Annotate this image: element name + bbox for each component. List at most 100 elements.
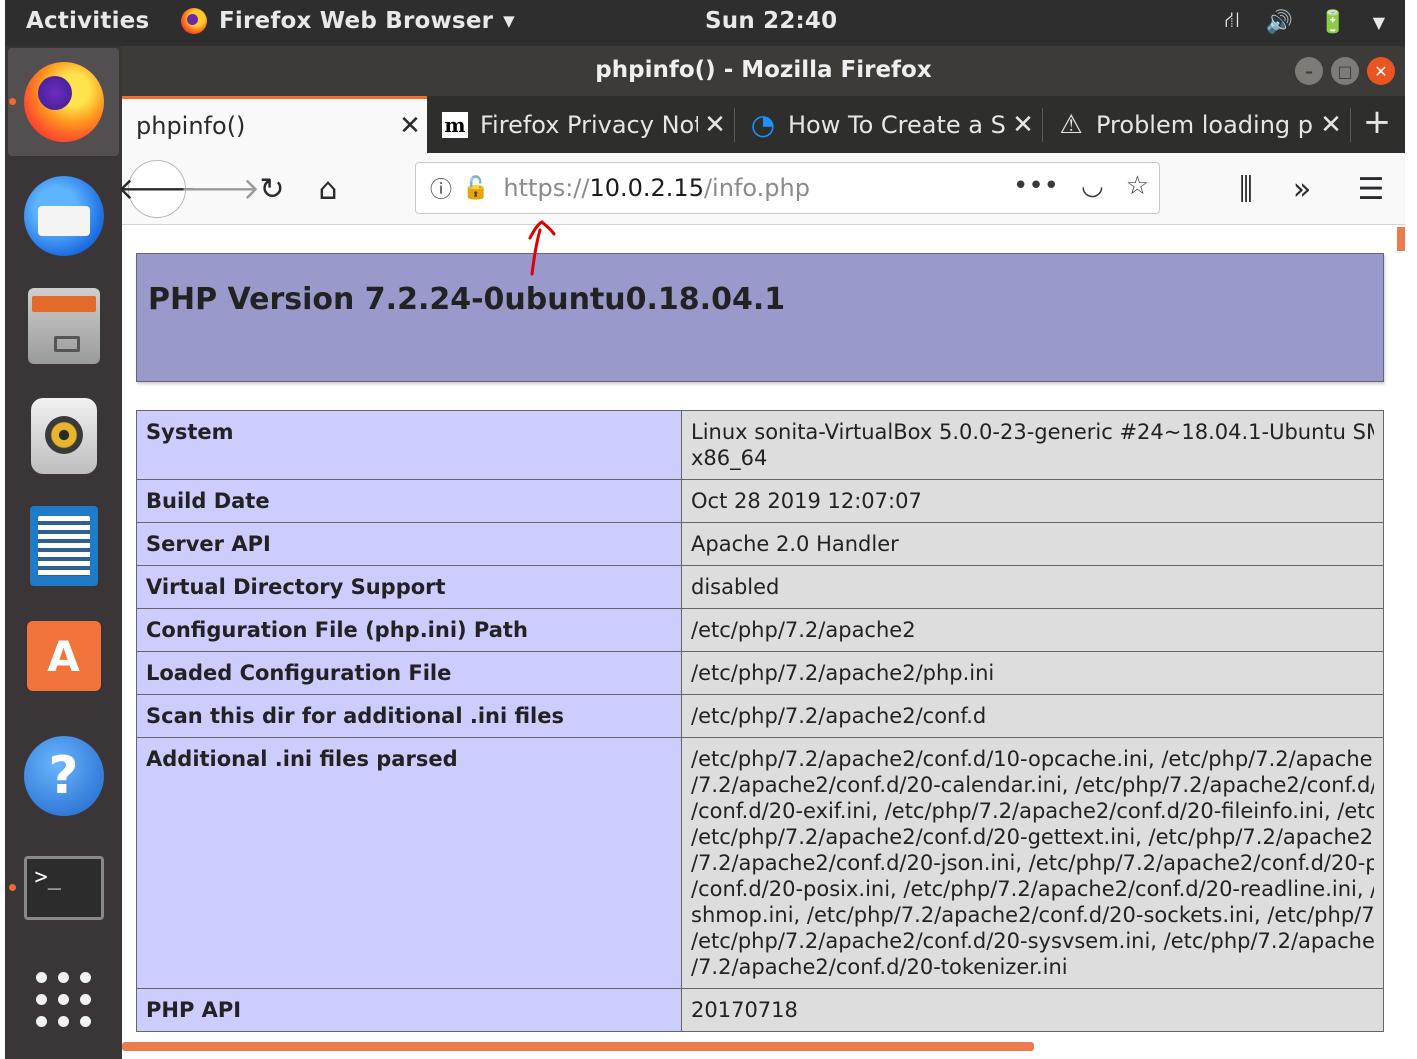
dock-item-show-applications[interactable] <box>8 946 119 1054</box>
close-window-button[interactable]: ✕ <box>1367 57 1395 85</box>
terminal-icon: >_ <box>23 856 104 920</box>
url-text[interactable]: https://10.0.2.15/info.php <box>503 174 810 202</box>
table-row: Loaded Configuration File/etc/php/7.2/ap… <box>136 651 1384 695</box>
new-tab-button[interactable]: + <box>1357 102 1397 142</box>
dock-item-terminal[interactable]: >_ <box>8 834 119 942</box>
tab-label: Problem loading page <box>1096 110 1314 139</box>
dock-item-writer[interactable] <box>8 492 119 600</box>
tab-problem-loading[interactable]: ⚠ Problem loading page ✕ <box>1044 96 1348 153</box>
horizontal-scrollbar[interactable] <box>122 1042 1034 1051</box>
table-row: Scan this dir for additional .ini files /… <box>136 694 1384 738</box>
library-icon[interactable]: ⫼ <box>1224 163 1268 215</box>
warning-icon: ⚠ <box>1059 109 1083 140</box>
firefox-icon <box>23 62 104 142</box>
dock-item-help[interactable]: ? <box>8 722 119 830</box>
row-value-line: /conf.d/20-posix.ini, /etc/php/7.2/apach… <box>691 877 1374 901</box>
row-key: System <box>136 410 682 480</box>
chevron-down-icon: ▼ <box>503 12 515 30</box>
row-value-line: /conf.d/20-exif.ini, /etc/php/7.2/apache… <box>691 799 1374 823</box>
phpinfo-table: System Linux sonita-VirtualBox 5.0.0-23-g… <box>136 410 1384 1032</box>
desktop-screen: Activities Firefox Web Browser ▼ Sun 22:… <box>0 0 1417 1059</box>
app-grid-icon <box>35 972 92 1028</box>
close-tab-icon[interactable]: ✕ <box>1314 110 1348 140</box>
row-key: Additional .ini files parsed <box>136 737 682 989</box>
overflow-chevron-icon[interactable]: » <box>1280 163 1324 215</box>
tab-label: phpinfo() <box>136 112 246 140</box>
app-menu[interactable]: Firefox Web Browser ▼ <box>181 8 515 34</box>
tab-label: How To Create a Self-Signed SSL <box>788 110 1006 139</box>
dock-item-software-center[interactable]: A <box>8 602 119 710</box>
tab-phpinfo[interactable]: phpinfo() ✕ <box>122 96 427 153</box>
row-key: Build Date <box>136 479 682 523</box>
files-icon <box>27 288 100 364</box>
thunderbird-icon <box>23 176 104 256</box>
row-value-line: /etc/php/7.2/apache2/php.ini <box>691 661 995 685</box>
activities-button[interactable]: Activities <box>26 8 149 34</box>
help-icon: ? <box>23 736 104 816</box>
close-tab-icon[interactable]: ✕ <box>393 111 427 141</box>
row-key: Configuration File (php.ini) Path <box>136 608 682 652</box>
window-titlebar[interactable]: phpinfo() - Mozilla Firefox – □ ✕ <box>122 46 1405 96</box>
hamburger-menu-icon[interactable]: ☰ <box>1349 163 1393 215</box>
system-tray[interactable]: ⛙ 🔊 🔋 ▼ <box>1224 8 1385 36</box>
row-value: /etc/php/7.2/apache2 <box>681 608 1384 652</box>
system-menu-caret-icon[interactable]: ▼ <box>1373 13 1385 32</box>
close-tab-icon[interactable]: ✕ <box>698 110 732 140</box>
forward-button[interactable]: 🡒 <box>180 163 260 215</box>
clock[interactable]: Sun 22:40 <box>705 8 837 34</box>
row-value-line: Apache 2.0 Handler <box>691 532 899 556</box>
row-value: /etc/php/7.2/apache2/conf.d/10-opcache.i… <box>681 737 1384 989</box>
maximize-button[interactable]: □ <box>1331 57 1359 85</box>
volume-icon[interactable]: 🔊 <box>1266 10 1293 35</box>
table-row: Configuration File (php.ini) Path/etc/ph… <box>136 608 1384 652</box>
url-bar[interactable]: ⓘ 🔓 https://10.0.2.15/info.php ••• ◡ ☆ <box>415 162 1160 214</box>
window-title: phpinfo() - Mozilla Firefox <box>595 57 932 83</box>
page-actions-icon[interactable]: ••• <box>1013 171 1059 201</box>
tab-firefox-privacy[interactable]: m Firefox Privacy Notice ✕ <box>428 96 732 153</box>
reload-button[interactable]: ↻ <box>250 163 294 215</box>
network-icon[interactable]: ⛙ <box>1224 8 1239 36</box>
table-row: Server API Apache 2.0 Handler <box>136 522 1384 566</box>
minimize-button[interactable]: – <box>1295 57 1323 85</box>
back-button[interactable]: 🡐 <box>117 160 197 218</box>
dock-item-firefox[interactable] <box>8 48 119 156</box>
tab-how-to-create[interactable]: ◔ How To Create a Self-Signed SSL ✕ <box>736 96 1040 153</box>
php-version-header: PHP Version 7.2.24-0ubuntu0.18.04.1 <box>136 253 1384 382</box>
table-row: Build Date Oct 28 2019 12:07:07 <box>136 479 1384 523</box>
row-value-line: /7.2/apache2/conf.d/20-calendar.ini, /et… <box>691 773 1374 797</box>
firefox-icon <box>181 8 207 34</box>
row-key: PHP API <box>136 988 682 1032</box>
window-controls: – □ ✕ <box>1295 57 1395 85</box>
page-content[interactable]: PHP Version 7.2.24-0ubuntu0.18.04.1 Syst… <box>122 226 1405 1059</box>
row-value-line: /etc/php/7.2/apache2/conf.d <box>691 704 987 728</box>
dock-item-files[interactable] <box>8 272 119 380</box>
row-value-line: 20170718 <box>691 998 798 1022</box>
rhythmbox-icon <box>30 398 97 474</box>
vertical-scrollbar[interactable] <box>1397 227 1405 251</box>
tab-strip: phpinfo() ✕ m Firefox Privacy Notice ✕ ◔… <box>122 96 1405 153</box>
row-key: Virtual Directory Support <box>136 565 682 609</box>
row-value-line: /etc/php/7.2/apache2 <box>691 618 916 642</box>
row-key: Scan this dir for additional .ini files <box>136 694 682 738</box>
mozilla-favicon-icon: m <box>442 111 468 138</box>
row-value: /etc/php/7.2/apache2/conf.d <box>681 694 1384 738</box>
row-key: Server API <box>136 522 682 566</box>
tab-separator <box>734 108 735 142</box>
url-scheme: https:// <box>503 174 590 202</box>
pocket-icon[interactable]: ◡ <box>1081 171 1104 201</box>
tab-separator <box>1350 108 1351 142</box>
home-button[interactable]: ⌂ <box>306 163 350 215</box>
dock-item-rhythmbox[interactable] <box>8 382 119 490</box>
info-icon[interactable]: ⓘ <box>430 172 452 204</box>
close-tab-icon[interactable]: ✕ <box>1006 110 1040 140</box>
row-value-line: /7.2/apache2/conf.d/20-tokenizer.ini <box>691 955 1068 979</box>
battery-icon[interactable]: 🔋 <box>1319 10 1346 35</box>
table-row: Virtual Directory Support disabled <box>136 565 1384 609</box>
tab-separator <box>1042 108 1043 142</box>
digitalocean-favicon-icon: ◔ <box>750 108 776 141</box>
insecure-lock-icon[interactable]: 🔓 <box>462 176 489 201</box>
row-value: 20170718 <box>681 988 1384 1032</box>
dock-item-thunderbird[interactable] <box>8 162 119 270</box>
row-value-line: /7.2/apache2/conf.d/20-json.ini, /etc/ph… <box>691 851 1374 875</box>
bookmark-star-icon[interactable]: ☆ <box>1126 171 1149 201</box>
